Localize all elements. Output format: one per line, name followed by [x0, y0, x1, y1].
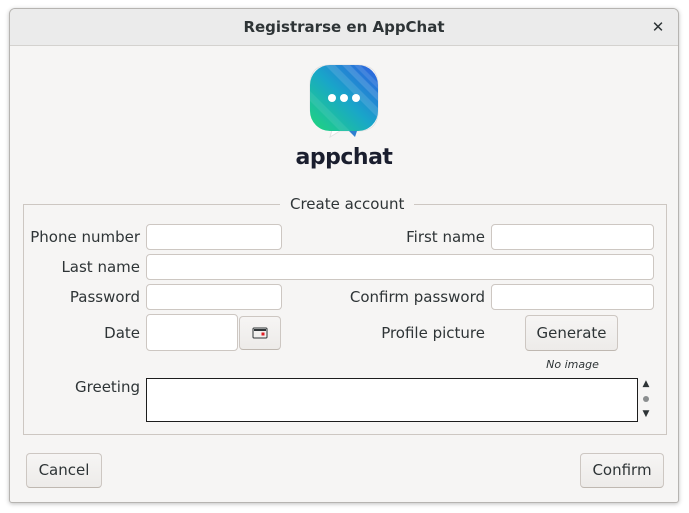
first-name-label: First name [406, 228, 485, 246]
confirm-button[interactable]: Confirm [580, 453, 664, 488]
greeting-textarea[interactable] [146, 378, 638, 422]
password-label: Password [69, 288, 140, 306]
create-account-legend: Create account [280, 195, 415, 213]
register-dialog: Registrarse en AppChat ✕ appchat Create … [9, 8, 679, 503]
phone-field[interactable] [146, 224, 282, 250]
generate-button[interactable]: Generate [525, 315, 618, 351]
close-button[interactable]: ✕ [646, 15, 670, 39]
last-name-label: Last name [61, 258, 140, 276]
window-title: Registrarse en AppChat [243, 18, 445, 36]
last-name-field[interactable] [146, 254, 654, 280]
scroll-thumb[interactable] [643, 396, 649, 402]
profile-picture-status: No image [546, 358, 599, 371]
date-field[interactable] [146, 314, 238, 351]
calendar-icon [252, 327, 268, 339]
date-label: Date [104, 324, 140, 342]
profile-picture-label: Profile picture [381, 324, 485, 342]
confirm-button-label: Confirm [592, 461, 652, 479]
scroll-down-icon[interactable]: ▼ [638, 408, 654, 420]
close-icon: ✕ [651, 18, 665, 36]
password-field[interactable] [146, 284, 282, 310]
date-picker-button[interactable] [239, 316, 281, 350]
scroll-up-icon[interactable]: ▲ [638, 378, 654, 390]
brand-wordmark: appchat [295, 145, 393, 170]
generate-button-label: Generate [536, 324, 607, 342]
greeting-scrollbar[interactable]: ▲ ▼ [638, 378, 654, 422]
confirm-password-field[interactable] [491, 284, 654, 310]
confirm-password-label: Confirm password [349, 288, 485, 306]
first-name-field[interactable] [491, 224, 654, 250]
appchat-logo-icon [309, 64, 379, 139]
cancel-button[interactable]: Cancel [26, 453, 102, 488]
title-bar: Registrarse en AppChat ✕ [10, 9, 678, 46]
cancel-button-label: Cancel [38, 461, 90, 479]
greeting-label: Greeting [75, 378, 140, 396]
phone-label: Phone number [30, 228, 140, 246]
